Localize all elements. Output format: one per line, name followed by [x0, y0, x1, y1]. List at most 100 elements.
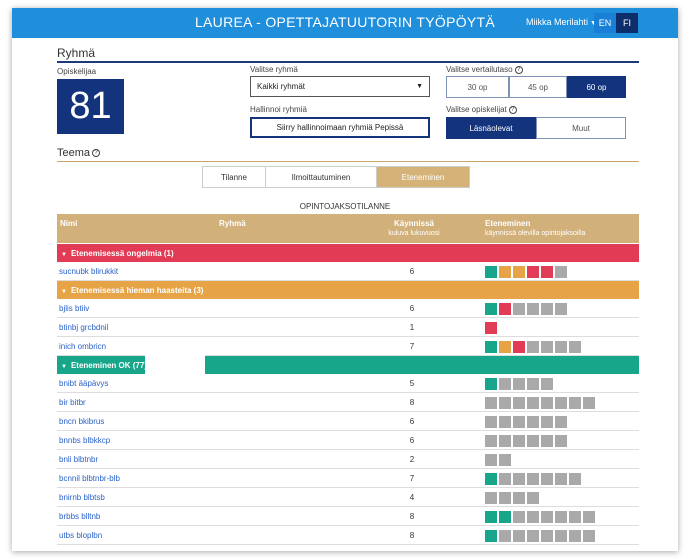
- user-menu[interactable]: Miikka Merilahti▼: [526, 17, 597, 27]
- progress-block[interactable]: [527, 435, 539, 447]
- progress-block[interactable]: [527, 341, 539, 353]
- progress-block[interactable]: [513, 378, 525, 390]
- progress-block[interactable]: [555, 266, 567, 278]
- progress-block[interactable]: [513, 511, 525, 523]
- progress-block[interactable]: [485, 266, 497, 278]
- progress-block[interactable]: [527, 397, 539, 409]
- progress-block[interactable]: [485, 397, 497, 409]
- help-icon[interactable]: ?: [514, 65, 523, 74]
- progress-block[interactable]: [485, 511, 497, 523]
- progress-block[interactable]: [541, 303, 553, 315]
- progress-block[interactable]: [527, 473, 539, 485]
- progress-block[interactable]: [513, 303, 525, 315]
- student-name-link[interactable]: bnirnb blbtsb: [59, 493, 105, 502]
- progress-block[interactable]: [485, 530, 497, 542]
- students-other-button[interactable]: Muut: [536, 117, 626, 139]
- progress-block[interactable]: [485, 416, 497, 428]
- progress-block[interactable]: [499, 492, 511, 504]
- progress-block[interactable]: [527, 511, 539, 523]
- progress-block[interactable]: [499, 416, 511, 428]
- progress-block[interactable]: [485, 492, 497, 504]
- progress-block[interactable]: [541, 530, 553, 542]
- tab-eteneminen[interactable]: Eteneminen: [377, 167, 469, 187]
- tab-ilmoittautuminen[interactable]: Ilmoittautuminen: [266, 167, 377, 187]
- progress-block[interactable]: [527, 416, 539, 428]
- student-name-link[interactable]: bncn bkibrus: [59, 417, 104, 426]
- student-name-link[interactable]: bjlis btiiv: [59, 304, 89, 313]
- progress-block[interactable]: [569, 530, 581, 542]
- progress-block[interactable]: [527, 378, 539, 390]
- help-icon[interactable]: ?: [92, 149, 101, 158]
- group-select[interactable]: Kaikki ryhmät ▼: [250, 76, 430, 97]
- progress-block[interactable]: [499, 530, 511, 542]
- progress-block[interactable]: [485, 454, 497, 466]
- student-name-link[interactable]: bnnbs blbkkcp: [59, 436, 110, 445]
- progress-block[interactable]: [555, 416, 567, 428]
- progress-block[interactable]: [499, 266, 511, 278]
- progress-block[interactable]: [541, 511, 553, 523]
- lang-fi-button[interactable]: FI: [616, 13, 638, 33]
- progress-block[interactable]: [527, 266, 539, 278]
- progress-block[interactable]: [541, 473, 553, 485]
- progress-block[interactable]: [513, 492, 525, 504]
- manage-groups-button[interactable]: Siirry hallinnoimaan ryhmiä Pepissä: [250, 117, 430, 138]
- help-icon[interactable]: ?: [508, 105, 517, 114]
- progress-block[interactable]: [569, 397, 581, 409]
- compare-30-button[interactable]: 30 op: [446, 76, 509, 98]
- student-name-link[interactable]: btinbj grcbdnil: [59, 323, 108, 332]
- progress-block[interactable]: [485, 341, 497, 353]
- progress-block[interactable]: [485, 378, 497, 390]
- students-present-button[interactable]: Läsnäolevat: [446, 117, 536, 139]
- progress-block[interactable]: [513, 266, 525, 278]
- progress-block[interactable]: [555, 303, 567, 315]
- progress-block[interactable]: [583, 511, 595, 523]
- progress-block[interactable]: [583, 397, 595, 409]
- progress-block[interactable]: [513, 416, 525, 428]
- progress-block[interactable]: [485, 322, 497, 334]
- group-header[interactable]: ▼ Etenemisessä ongelmia (1): [57, 244, 639, 262]
- progress-block[interactable]: [527, 530, 539, 542]
- progress-block[interactable]: [485, 435, 497, 447]
- student-name-link[interactable]: inich ombricn: [59, 342, 106, 351]
- progress-block[interactable]: [555, 530, 567, 542]
- lang-en-button[interactable]: EN: [594, 13, 616, 33]
- progress-block[interactable]: [499, 511, 511, 523]
- progress-block[interactable]: [499, 397, 511, 409]
- progress-block[interactable]: [499, 454, 511, 466]
- progress-block[interactable]: [513, 435, 525, 447]
- progress-block[interactable]: [499, 303, 511, 315]
- student-name-link[interactable]: bnli blbtnbr: [59, 455, 98, 464]
- progress-block[interactable]: [485, 303, 497, 315]
- progress-block[interactable]: [569, 511, 581, 523]
- progress-block[interactable]: [541, 341, 553, 353]
- group-header[interactable]: ▼ Etenemisessä hieman haasteita (3): [57, 281, 639, 299]
- compare-60-button[interactable]: 60 op: [567, 76, 626, 98]
- progress-block[interactable]: [569, 341, 581, 353]
- tab-tilanne[interactable]: Tilanne: [203, 167, 266, 187]
- progress-block[interactable]: [499, 378, 511, 390]
- progress-block[interactable]: [499, 435, 511, 447]
- progress-block[interactable]: [569, 473, 581, 485]
- progress-block[interactable]: [541, 435, 553, 447]
- student-name-link[interactable]: bnibt ääpävys: [59, 379, 108, 388]
- progress-block[interactable]: [513, 341, 525, 353]
- student-name-link[interactable]: bcnnil blbtnbr-blb: [59, 474, 120, 483]
- progress-block[interactable]: [499, 341, 511, 353]
- student-name-link[interactable]: utbs bloplbn: [59, 531, 102, 540]
- progress-block[interactable]: [485, 473, 497, 485]
- compare-45-button[interactable]: 45 op: [509, 76, 567, 98]
- progress-block[interactable]: [555, 397, 567, 409]
- progress-block[interactable]: [513, 530, 525, 542]
- progress-block[interactable]: [513, 397, 525, 409]
- student-name-link[interactable]: brbbs blltnb: [59, 512, 100, 521]
- progress-block[interactable]: [541, 416, 553, 428]
- progress-block[interactable]: [527, 492, 539, 504]
- progress-block[interactable]: [541, 266, 553, 278]
- progress-block[interactable]: [555, 341, 567, 353]
- progress-block[interactable]: [527, 303, 539, 315]
- progress-block[interactable]: [583, 530, 595, 542]
- progress-block[interactable]: [555, 435, 567, 447]
- progress-block[interactable]: [541, 378, 553, 390]
- progress-block[interactable]: [541, 397, 553, 409]
- student-name-link[interactable]: bir bitbr: [59, 398, 86, 407]
